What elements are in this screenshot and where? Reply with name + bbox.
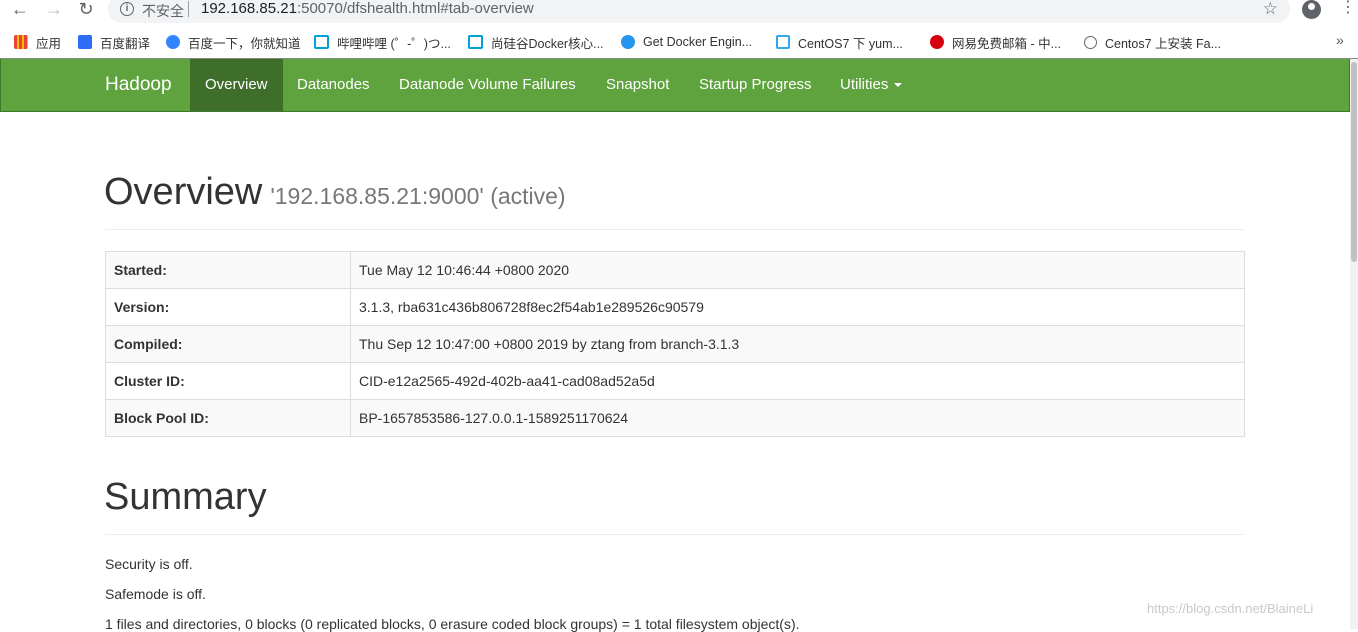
overview-title: Overview <box>104 171 263 213</box>
bookmark-netease-mail[interactable]: 网易免费邮箱 - 中... <box>930 33 1061 51</box>
row-value: BP-1657853586-127.0.0.1-1589251170624 <box>350 399 1245 437</box>
tab-startup-progress[interactable]: Startup Progress <box>684 59 827 111</box>
tab-utilities[interactable]: Utilities <box>825 59 917 111</box>
row-value: Tue May 12 10:46:44 +0800 2020 <box>350 251 1245 289</box>
tab-snapshot[interactable]: Snapshot <box>591 59 684 111</box>
security-status: Security is off. <box>105 556 193 572</box>
divider <box>105 229 1245 230</box>
browser-toolbar: ← → ↻ i 不安全 192.168.85.21:50070/dfshealt… <box>0 0 1358 23</box>
bookmarks-more-icon[interactable]: » <box>1336 32 1344 48</box>
bookmarks-bar: 应用 百度翻译 百度一下，你就知道 哔哩哔哩 (゜-゜)つ... 尚硅谷Dock… <box>0 28 1358 56</box>
bookmark-get-docker[interactable]: Get Docker Engin... <box>621 33 752 51</box>
forward-arrow-icon[interactable]: → <box>44 0 64 20</box>
url-path: :50070/dfshealth.html#tab-overview <box>296 0 534 17</box>
overview-heading: Overview '192.168.85.21:9000' (active) <box>104 171 566 214</box>
row-value: CID-e12a2565-492d-402b-aa41-cad08ad52a5d <box>350 362 1245 400</box>
summary-heading: Summary <box>104 476 267 518</box>
baidu-translate-icon <box>78 35 92 49</box>
bookmark-centos-install[interactable]: Centos7 上安装 Fa... <box>1084 33 1221 51</box>
bookmark-label: 百度一下，你就知道 <box>188 36 301 51</box>
overview-table: Started: Tue May 12 10:46:44 +0800 2020 V… <box>105 251 1245 437</box>
safemode-status: Safemode is off. <box>105 586 206 602</box>
row-key: Block Pool ID: <box>105 399 351 437</box>
bookmark-apps[interactable]: 应用 <box>14 33 61 51</box>
back-arrow-icon[interactable]: ← <box>10 0 30 20</box>
docker-icon <box>621 35 635 49</box>
bookmark-label: 哔哩哔哩 (゜-゜)つ... <box>337 36 451 51</box>
filesystem-objects: 1 files and directories, 0 blocks (0 rep… <box>105 616 800 632</box>
caret-down-icon <box>894 83 903 88</box>
bookmark-centos-yum[interactable]: CentOS7 下 yum... <box>776 33 903 51</box>
account-icon[interactable] <box>1302 0 1321 19</box>
info-icon[interactable]: i <box>120 2 134 16</box>
baidu-paw-icon <box>166 35 180 49</box>
row-key: Compiled: <box>105 325 351 363</box>
reload-icon[interactable]: ↻ <box>76 0 96 20</box>
overview-subtitle: '192.168.85.21:9000' (active) <box>270 183 566 209</box>
url-host: 192.168.85.21 <box>201 0 297 17</box>
address-divider <box>188 1 189 17</box>
bookmark-label: 尚硅谷Docker核心... <box>491 36 604 51</box>
page-content: Hadoop Overview Datanodes Datanode Volum… <box>0 59 1350 632</box>
scrollbar-thumb[interactable] <box>1351 62 1357 262</box>
bookmark-bilibili[interactable]: 哔哩哔哩 (゜-゜)つ... <box>314 33 451 51</box>
utilities-label: Utilities <box>840 76 889 93</box>
row-key: Started: <box>105 251 351 289</box>
table-row: Started: Tue May 12 10:46:44 +0800 2020 <box>105 251 1245 289</box>
address-bar[interactable]: i 不安全 192.168.85.21:50070/dfshealth.html… <box>108 0 1290 23</box>
bookmark-label: CentOS7 下 yum... <box>798 36 903 51</box>
bookmark-baidu[interactable]: 百度一下，你就知道 <box>166 33 301 51</box>
bookmark-baidu-translate[interactable]: 百度翻译 <box>78 33 150 51</box>
bilibili-icon <box>468 35 483 49</box>
bookmark-label: 百度翻译 <box>100 36 151 51</box>
tab-datanodes[interactable]: Datanodes <box>282 59 385 111</box>
divider <box>105 534 1245 535</box>
table-row: Version: 3.1.3, rba631c436b806728f8ec2f54… <box>105 288 1245 326</box>
bookmark-label: 应用 <box>36 36 62 51</box>
bilibili-icon <box>314 35 329 49</box>
more-menu-icon[interactable]: ⋮ <box>1340 0 1356 16</box>
row-value: 3.1.3, rba631c436b806728f8ec2f54ab1e2895… <box>350 288 1245 326</box>
tab-overview[interactable]: Overview <box>190 59 283 111</box>
netease-mail-icon <box>930 35 944 49</box>
table-row: Compiled: Thu Sep 12 10:47:00 +0800 2019 … <box>105 325 1245 363</box>
row-key: Cluster ID: <box>105 362 351 400</box>
brand-link[interactable]: Hadoop <box>105 59 172 111</box>
table-row: Cluster ID: CID-e12a2565-492d-402b-aa41-c… <box>105 362 1245 400</box>
csdn-box-icon <box>776 35 790 49</box>
table-row: Block Pool ID: BP-1657853586-127.0.0.1-15… <box>105 399 1245 437</box>
insecure-label[interactable]: 不安全 <box>142 1 184 21</box>
bookmark-label: Get Docker Engin... <box>643 35 753 49</box>
apps-grid-icon <box>14 35 28 49</box>
hadoop-navbar: Hadoop Overview Datanodes Datanode Volum… <box>0 59 1350 112</box>
site-icon <box>1084 35 1097 49</box>
tab-datanode-volume-failures[interactable]: Datanode Volume Failures <box>384 59 591 111</box>
row-value: Thu Sep 12 10:47:00 +0800 2019 by ztang … <box>350 325 1245 363</box>
row-key: Version: <box>105 288 351 326</box>
watermark: https://blog.csdn.net/BlaineLi <box>1147 601 1314 616</box>
bookmark-star-icon[interactable]: ☆ <box>1263 0 1278 19</box>
url-text[interactable]: 192.168.85.21:50070/dfshealth.html#tab-o… <box>201 0 534 17</box>
bookmark-label: 网易免费邮箱 - 中... <box>952 36 1062 51</box>
bookmark-docker-course[interactable]: 尚硅谷Docker核心... <box>468 33 604 51</box>
bookmark-label: Centos7 上安装 Fa... <box>1105 36 1222 51</box>
